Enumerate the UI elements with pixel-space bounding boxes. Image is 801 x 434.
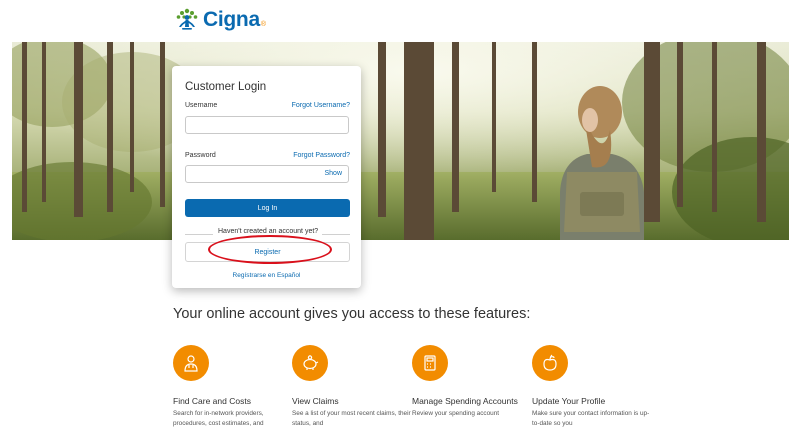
hero-forest-image — [12, 42, 789, 240]
tree-of-life-icon — [176, 8, 198, 30]
feature-view-claims[interactable]: View Claims See a list of your most rece… — [292, 345, 412, 428]
no-account-text: Haven't created an account yet? — [216, 228, 321, 235]
feature-desc: Review your spending account — [412, 410, 500, 417]
piggy-bank-icon — [292, 345, 328, 381]
feature-spending-accounts[interactable]: Manage Spending Accounts Review your spe… — [412, 345, 532, 419]
forgot-username-link[interactable]: Forgot Username? — [292, 102, 350, 109]
feature-title: Find Care and Costs — [173, 396, 251, 406]
doctor-icon — [173, 345, 209, 381]
feature-title: Manage Spending Accounts — [412, 396, 518, 406]
show-password-toggle[interactable]: Show — [324, 170, 342, 177]
brand-name: Cigna — [203, 8, 260, 31]
divider-left — [185, 234, 213, 235]
feature-title: Update Your Profile — [532, 396, 606, 406]
apple-icon — [532, 345, 568, 381]
login-title: Customer Login — [185, 81, 267, 93]
feature-desc: See a list of your most recent claims, t… — [292, 410, 411, 427]
forgot-password-link[interactable]: Forgot Password? — [293, 152, 350, 159]
feature-desc: Make sure your contact information is up… — [532, 410, 650, 427]
divider-right — [322, 234, 350, 235]
feature-title: View Claims — [292, 396, 339, 406]
password-label: Password — [185, 152, 216, 159]
feature-update-profile[interactable]: Update Your Profile Make sure your conta… — [532, 345, 652, 428]
calculator-icon — [412, 345, 448, 381]
forest-illustration — [12, 42, 789, 240]
register-annotation-circle — [208, 235, 332, 264]
cigna-logo[interactable]: Cigna ® — [174, 6, 266, 34]
username-input[interactable] — [185, 116, 349, 134]
register-spanish-link[interactable]: Regístrarse en Español — [172, 272, 361, 279]
login-button[interactable]: Log In — [185, 199, 350, 217]
feature-desc: Search for in-network providers, procedu… — [173, 410, 264, 427]
password-input[interactable]: Show — [185, 165, 349, 183]
registered-mark: ® — [260, 21, 267, 28]
features-heading: Your online account gives you access to … — [173, 306, 531, 322]
feature-find-care[interactable]: Find Care and Costs Search for in-networ… — [173, 345, 293, 428]
site-header: Cigna ® — [0, 0, 801, 42]
username-label: Username — [185, 102, 218, 109]
